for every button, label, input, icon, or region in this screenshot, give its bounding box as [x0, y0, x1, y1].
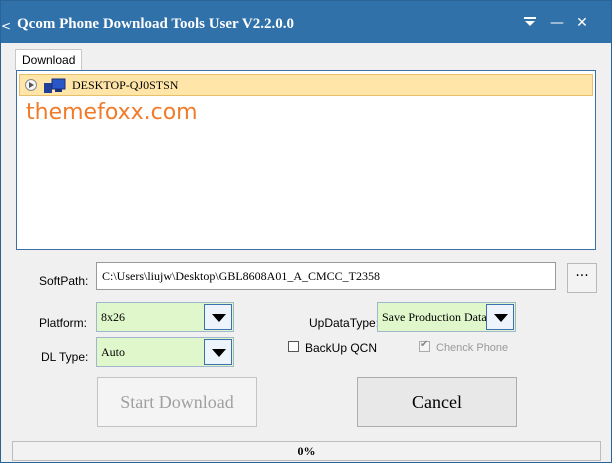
check-phone-checkbox[interactable]	[419, 339, 430, 352]
window-title: Qcom Phone Download Tools User V2.2.0.0	[17, 16, 294, 32]
menu-down-icon[interactable]	[520, 14, 540, 32]
app-window: < Qcom Phone Download Tools User V2.2.0.…	[0, 0, 612, 463]
device-name: DESKTOP-QJ0STSN	[72, 78, 179, 92]
browse-button[interactable]: ···	[567, 263, 597, 293]
device-list-panel: DESKTOP-QJ0STSN themefoxx.com	[16, 70, 596, 250]
progress-text: 0%	[297, 444, 316, 458]
minimize-button[interactable]: —	[547, 14, 567, 32]
updatatype-select[interactable]: Save Production Data	[377, 302, 516, 332]
backup-qcn-label: BackUp QCN	[305, 341, 378, 355]
cancel-button[interactable]: Cancel	[357, 377, 517, 427]
softpath-field[interactable]: C:\Users\liujw\Desktop\GBL8608A01_A_CMCC…	[96, 262, 556, 290]
chevron-down-icon[interactable]	[204, 339, 232, 365]
dltype-value: Auto	[101, 345, 125, 359]
start-download-button[interactable]: Start Download	[97, 377, 257, 427]
updatatype-label: UpDataType:	[309, 316, 380, 330]
updatatype-value: Save Production Data	[382, 310, 487, 324]
title-bar[interactable]: < Qcom Phone Download Tools User V2.2.0.…	[1, 1, 611, 43]
softpath-label: SoftPath:	[39, 274, 89, 288]
tab-download[interactable]: Download	[15, 49, 83, 70]
device-row[interactable]: DESKTOP-QJ0STSN	[19, 74, 593, 96]
expand-arrow-icon[interactable]	[25, 79, 37, 91]
menu-down-glyph	[524, 17, 536, 26]
chevron-down-icon[interactable]	[486, 304, 514, 330]
chevron-down-icon[interactable]	[204, 304, 232, 330]
platform-select[interactable]: 8x26	[96, 302, 234, 332]
progress-bar: 0%	[12, 441, 601, 461]
platform-label: Platform:	[39, 316, 88, 330]
check-phone-label: Chenck Phone	[436, 342, 509, 354]
backup-qcn-checkbox[interactable]	[288, 341, 299, 352]
watermark-text: themefoxx.com	[26, 100, 198, 125]
platform-value: 8x26	[101, 310, 125, 324]
computer-icon	[44, 78, 66, 93]
dltype-label: DL Type:	[41, 350, 89, 364]
close-button[interactable]: ✕	[572, 14, 592, 32]
dltype-select[interactable]: Auto	[96, 337, 234, 367]
background-window-edge: <	[1, 19, 12, 33]
